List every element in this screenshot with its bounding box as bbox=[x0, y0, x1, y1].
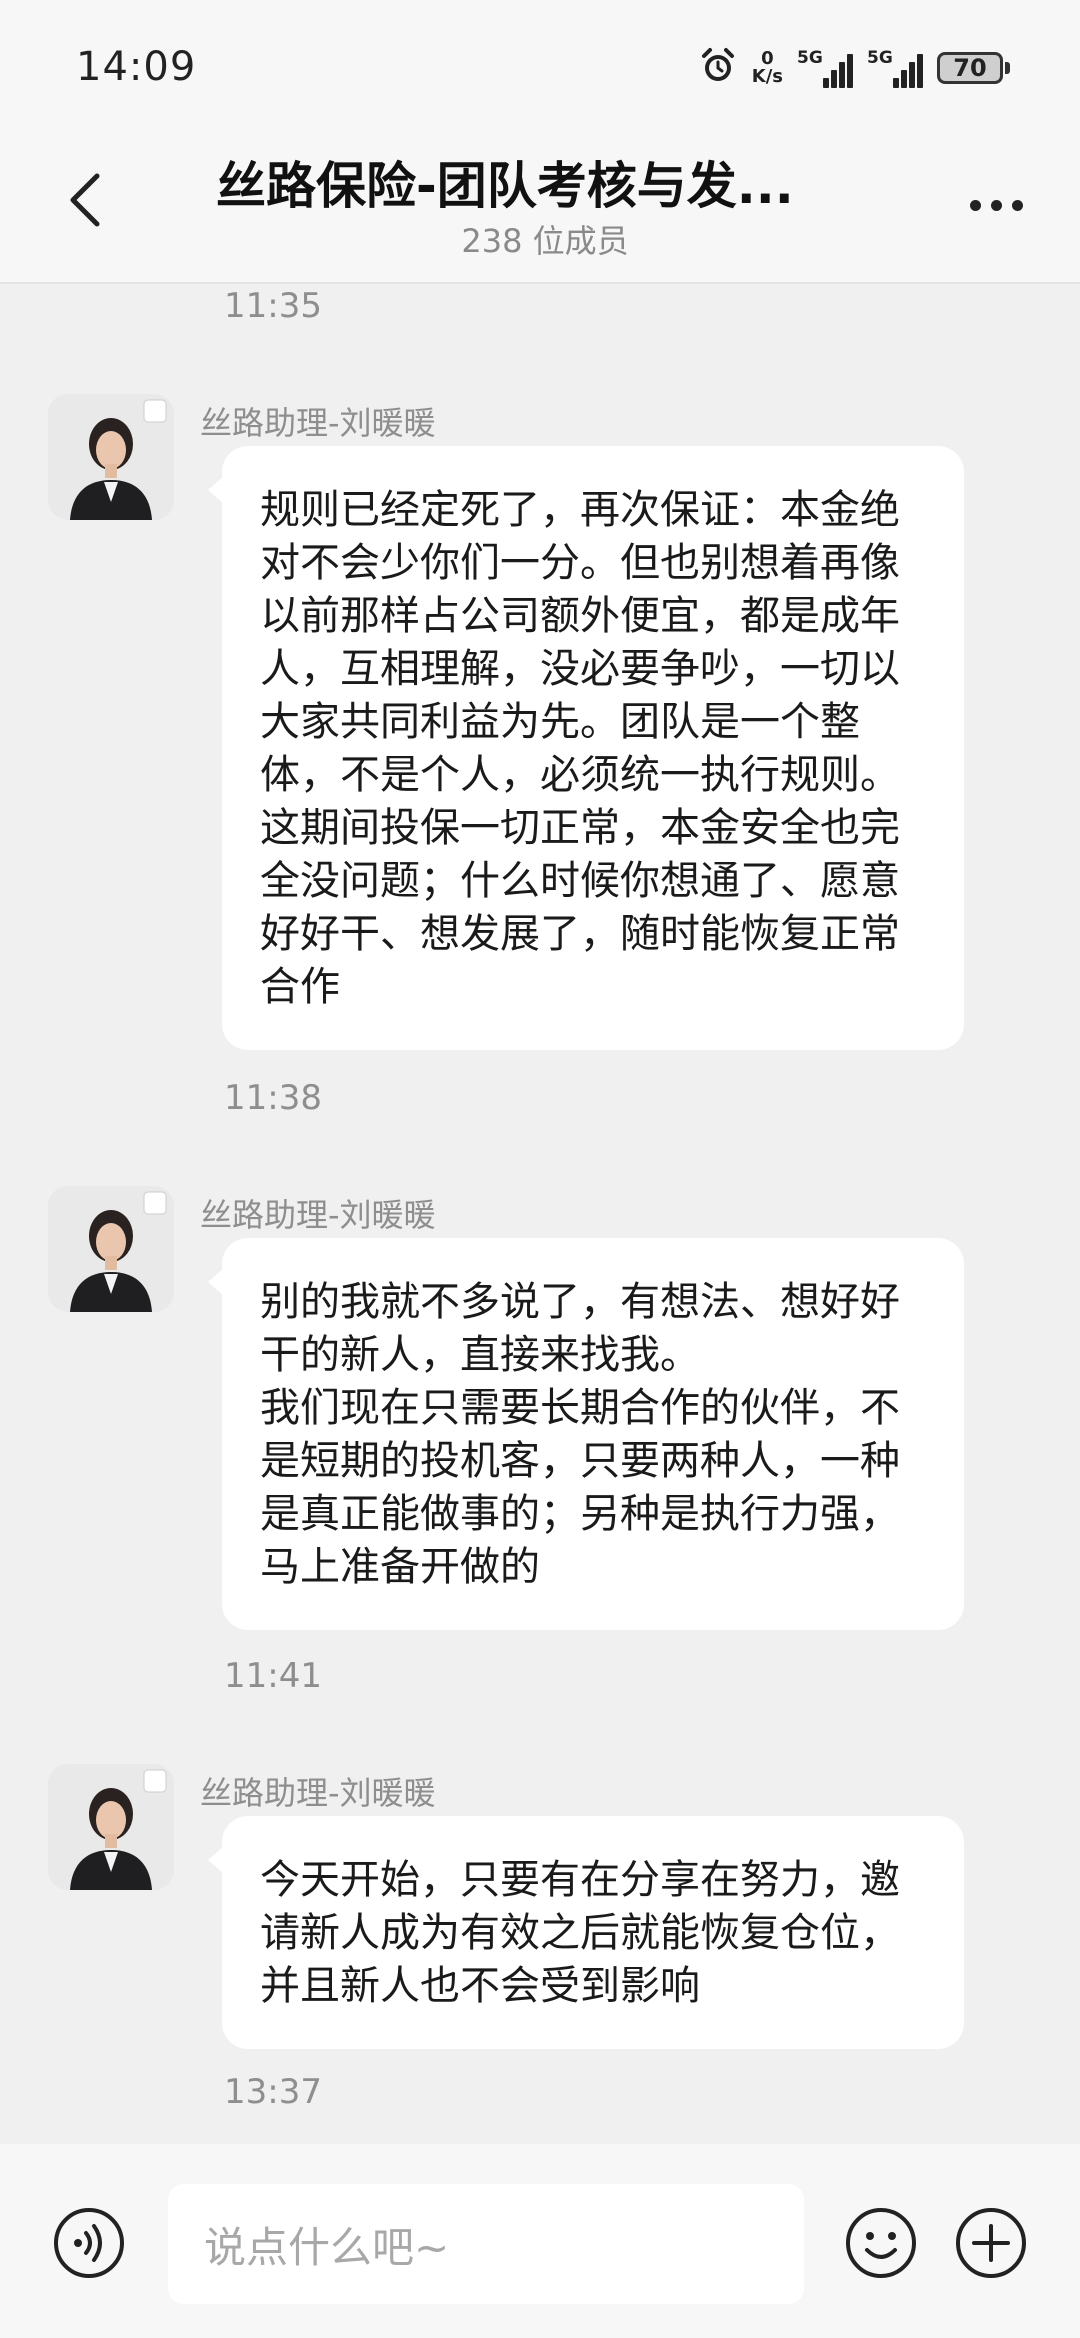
status-icons: 0 K/s 5G 5G 70 bbox=[698, 46, 1010, 90]
avatar[interactable] bbox=[48, 394, 174, 520]
sim1-network-tag: 5G bbox=[797, 48, 823, 68]
chat-screen: 14:09 0 K/s 5G 5G 70 丝路保险-团队考核与发... 238 … bbox=[0, 0, 1080, 2338]
message-timestamp: 11:38 bbox=[224, 1078, 322, 1118]
signal-icon: 5G bbox=[797, 48, 853, 88]
battery-icon: 70 bbox=[937, 52, 1010, 84]
input-bar: 说点什么吧~ bbox=[0, 2144, 1080, 2338]
avatar-image bbox=[48, 1764, 174, 1890]
more-dots-icon bbox=[969, 199, 981, 211]
message-bubble[interactable]: 今天开始，只要有在分享在努力，邀请新人成为有效之后就能恢复仓位，并且新人也不会受… bbox=[208, 1816, 964, 2049]
message-bubble[interactable]: 规则已经定死了，再次保证：本金绝对不会少你们一分。但也别想着再像以前那样占公司额… bbox=[208, 446, 964, 1050]
emoji-icon bbox=[846, 2208, 916, 2278]
plus-button[interactable] bbox=[954, 2206, 1028, 2280]
message-bubble[interactable]: 别的我就不多说了，有想法、想好好干的新人，直接来找我。 我们现在只需要长期合作的… bbox=[208, 1238, 964, 1630]
message-timestamp: 11:41 bbox=[224, 1656, 322, 1696]
avatar[interactable] bbox=[48, 1186, 174, 1312]
sim2-network-tag: 5G bbox=[867, 48, 893, 68]
plus-icon bbox=[956, 2208, 1026, 2278]
signal-icon-sim2: 5G bbox=[867, 48, 923, 88]
member-count[interactable]: 238 位成员 bbox=[0, 216, 1080, 262]
network-speed: 0 K/s bbox=[752, 50, 783, 86]
message-timestamp: 11:35 bbox=[224, 286, 322, 326]
voice-button[interactable] bbox=[52, 2206, 126, 2280]
alarm-icon bbox=[698, 46, 738, 90]
avatar-image bbox=[48, 1186, 174, 1312]
message-timestamp: 13:37 bbox=[224, 2072, 322, 2112]
sender-name: 丝路助理-刘暖暖 bbox=[200, 404, 436, 442]
emoji-button[interactable] bbox=[844, 2206, 918, 2280]
avatar-image bbox=[48, 394, 174, 520]
message-input[interactable]: 说点什么吧~ bbox=[168, 2184, 804, 2304]
more-button[interactable] bbox=[956, 180, 1036, 230]
avatar[interactable] bbox=[48, 1764, 174, 1890]
voice-icon bbox=[54, 2208, 124, 2278]
status-time: 14:09 bbox=[76, 44, 197, 90]
message-list[interactable]: 11:35 丝路助理-刘暖暖 规则已经定死了，再次保证：本金绝对不会少你们一分。… bbox=[0, 286, 1080, 2144]
sender-name: 丝路助理-刘暖暖 bbox=[200, 1774, 436, 1812]
group-title: 丝路保险-团队考核与发... bbox=[216, 157, 794, 215]
chat-header: 丝路保险-团队考核与发... 238 位成员 bbox=[0, 130, 1080, 284]
network-speed-unit: K/s bbox=[751, 66, 783, 87]
status-bar: 14:09 0 K/s 5G 5G 70 bbox=[0, 0, 1080, 130]
battery-level: 70 bbox=[937, 52, 1003, 84]
sender-name: 丝路助理-刘暖暖 bbox=[200, 1196, 436, 1234]
